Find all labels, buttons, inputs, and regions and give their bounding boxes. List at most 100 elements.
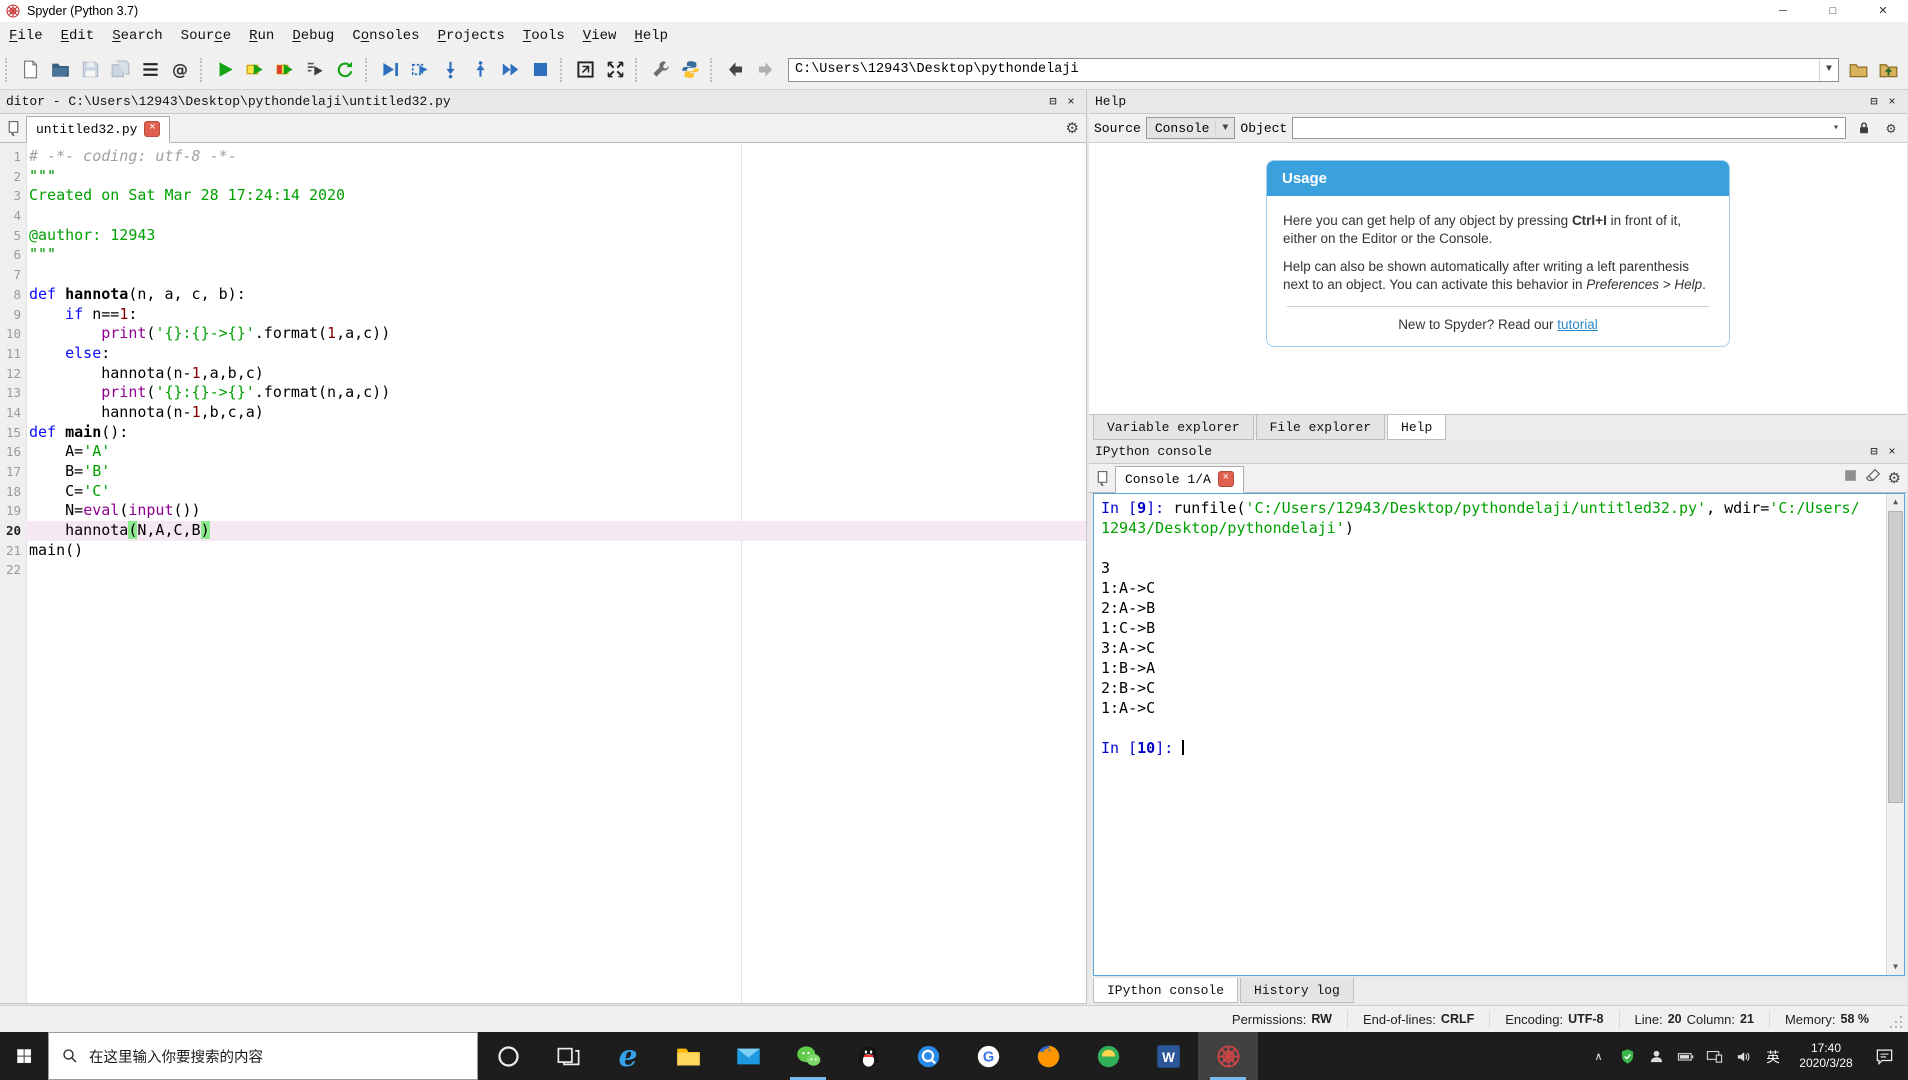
browse-tabs-icon[interactable]	[0, 116, 26, 140]
menu-file[interactable]: File	[0, 26, 52, 46]
debug-file-button[interactable]	[376, 56, 404, 84]
close-pane-icon[interactable]: ×	[1883, 445, 1901, 459]
code-editor[interactable]: 1 # -*- coding: utf-8 -*- 2 """ 3 Created on …	[0, 143, 1086, 1003]
close-pane-icon[interactable]: ×	[1062, 95, 1080, 109]
file-switcher-button[interactable]	[136, 56, 164, 84]
nav-back-button[interactable]	[721, 56, 749, 84]
eraser-icon[interactable]	[1865, 467, 1882, 489]
taskbar-app-word[interactable]: W	[1138, 1032, 1198, 1080]
step-into-button[interactable]	[436, 56, 464, 84]
step-return-button[interactable]	[466, 56, 494, 84]
run-cell-button[interactable]	[241, 56, 269, 84]
maximize-button[interactable]: □	[1808, 0, 1858, 22]
action-center-icon[interactable]	[1864, 1047, 1904, 1066]
tab-ipython-console[interactable]: IPython console	[1093, 978, 1239, 1003]
interrupt-kernel-icon[interactable]	[1842, 467, 1859, 489]
menu-view[interactable]: View	[574, 26, 626, 46]
working-directory-button[interactable]: @	[166, 56, 194, 84]
save-all-button[interactable]	[106, 56, 134, 84]
close-button[interactable]: ✕	[1858, 0, 1908, 22]
taskbar-app-wechat[interactable]	[778, 1032, 838, 1080]
console-options-gear-icon[interactable]: ⚙	[1888, 469, 1901, 487]
tray-person[interactable]	[1642, 1048, 1671, 1065]
taskbar-app-g-browser[interactable]: G	[958, 1032, 1018, 1080]
menu-run[interactable]: Run	[240, 26, 283, 46]
chevron-down-icon[interactable]: ▾	[1827, 118, 1845, 138]
tutorial-link[interactable]: tutorial	[1557, 317, 1598, 332]
menu-help[interactable]: Help	[625, 26, 677, 46]
scrollbar-thumb[interactable]	[1888, 511, 1903, 803]
debug-stop-button[interactable]	[526, 56, 554, 84]
taskbar-app-qq[interactable]	[838, 1032, 898, 1080]
taskbar-app-firefox[interactable]	[1018, 1032, 1078, 1080]
close-pane-icon[interactable]: ×	[1883, 95, 1901, 109]
tab-untitled32[interactable]: untitled32.py ×	[26, 116, 171, 143]
tray-display[interactable]	[1700, 1048, 1729, 1065]
object-combobox[interactable]: ▾	[1292, 117, 1846, 139]
maximize-pane-button[interactable]	[571, 56, 599, 84]
run-file-button[interactable]	[211, 56, 239, 84]
tray-expand[interactable]: ∧	[1584, 1048, 1613, 1065]
chevron-down-icon[interactable]: ▼	[1215, 118, 1234, 138]
debug-cell-button[interactable]	[406, 56, 434, 84]
lock-icon[interactable]	[1853, 121, 1875, 135]
console-scrollbar[interactable]: ▲ ▼	[1886, 494, 1904, 975]
source-combobox[interactable]: Console ▼	[1145, 117, 1236, 139]
tray-battery[interactable]	[1671, 1048, 1700, 1065]
undock-icon[interactable]: ⊟	[1865, 444, 1883, 459]
tab-help[interactable]: Help	[1387, 415, 1447, 440]
taskbar-app-task-view[interactable]	[538, 1032, 598, 1080]
new-file-button[interactable]	[16, 56, 44, 84]
editor-options-gear-icon[interactable]: ⚙	[1066, 119, 1079, 137]
console-output[interactable]: In [9]: runfile('C:/Users/12943/Desktop/…	[1093, 493, 1905, 976]
menu-tools[interactable]: Tools	[514, 26, 574, 46]
tab-console-1a[interactable]: Console 1/A ×	[1115, 466, 1244, 493]
undock-icon[interactable]: ⊟	[1044, 94, 1062, 109]
taskbar-app-file-explorer[interactable]	[658, 1032, 718, 1080]
run-selection-button[interactable]	[301, 56, 329, 84]
menu-consoles[interactable]: Consoles	[343, 26, 428, 46]
taskbar-search-box[interactable]: 在这里输入你要搜索的内容	[48, 1032, 478, 1080]
close-tab-icon[interactable]: ×	[1217, 471, 1234, 487]
taskbar-app-cortana[interactable]	[478, 1032, 538, 1080]
close-tab-icon[interactable]: ×	[144, 121, 161, 137]
nav-forward-button[interactable]	[751, 56, 779, 84]
taskbar-app-qq-browser[interactable]	[898, 1032, 958, 1080]
undock-icon[interactable]: ⊟	[1865, 94, 1883, 109]
tab-file-explorer[interactable]: File explorer	[1255, 415, 1386, 440]
rerun-cell-button[interactable]	[331, 56, 359, 84]
taskbar-app-spyder[interactable]	[1198, 1032, 1258, 1080]
tab-history-log[interactable]: History log	[1240, 978, 1354, 1003]
parent-directory-button[interactable]	[1874, 56, 1902, 84]
menu-projects[interactable]: Projects	[429, 26, 514, 46]
preferences-button[interactable]	[646, 56, 674, 84]
scroll-up-icon[interactable]: ▲	[1887, 494, 1904, 510]
taskbar-clock[interactable]: 17:40 2020/3/28	[1788, 1041, 1864, 1071]
debug-continue-button[interactable]	[496, 56, 524, 84]
minimize-button[interactable]: ─	[1758, 0, 1808, 22]
tray-shield[interactable]	[1613, 1048, 1642, 1065]
tab-variable-explorer[interactable]: Variable explorer	[1093, 415, 1254, 440]
run-cell-advance-button[interactable]	[271, 56, 299, 84]
taskbar-app-green-app[interactable]	[1078, 1032, 1138, 1080]
menu-source[interactable]: Source	[172, 26, 240, 46]
open-file-button[interactable]	[46, 56, 74, 84]
help-options-gear-icon[interactable]: ⚙	[1880, 119, 1902, 138]
browse-tabs-icon[interactable]	[1089, 466, 1115, 490]
ime-indicator[interactable]: 英	[1758, 1046, 1788, 1066]
taskbar-app-edge[interactable]: e	[598, 1032, 658, 1080]
menu-search[interactable]: Search	[103, 26, 171, 46]
chevron-down-icon[interactable]: ▼	[1819, 58, 1838, 81]
scroll-down-icon[interactable]: ▼	[1887, 959, 1904, 975]
resize-grip-icon[interactable]	[1890, 1015, 1904, 1030]
tray-volume[interactable]	[1729, 1048, 1758, 1065]
menu-edit[interactable]: Edit	[52, 26, 104, 46]
working-directory-combobox[interactable]: C:\Users\12943\Desktop\pythondelaji ▼	[788, 57, 1839, 82]
start-button[interactable]	[0, 1032, 48, 1080]
taskbar-app-mail[interactable]	[718, 1032, 778, 1080]
fullscreen-button[interactable]	[601, 56, 629, 84]
browse-directory-button[interactable]	[1844, 56, 1872, 84]
save-file-button[interactable]	[76, 56, 104, 84]
menu-debug[interactable]: Debug	[283, 26, 343, 46]
python-path-button[interactable]	[676, 56, 704, 84]
